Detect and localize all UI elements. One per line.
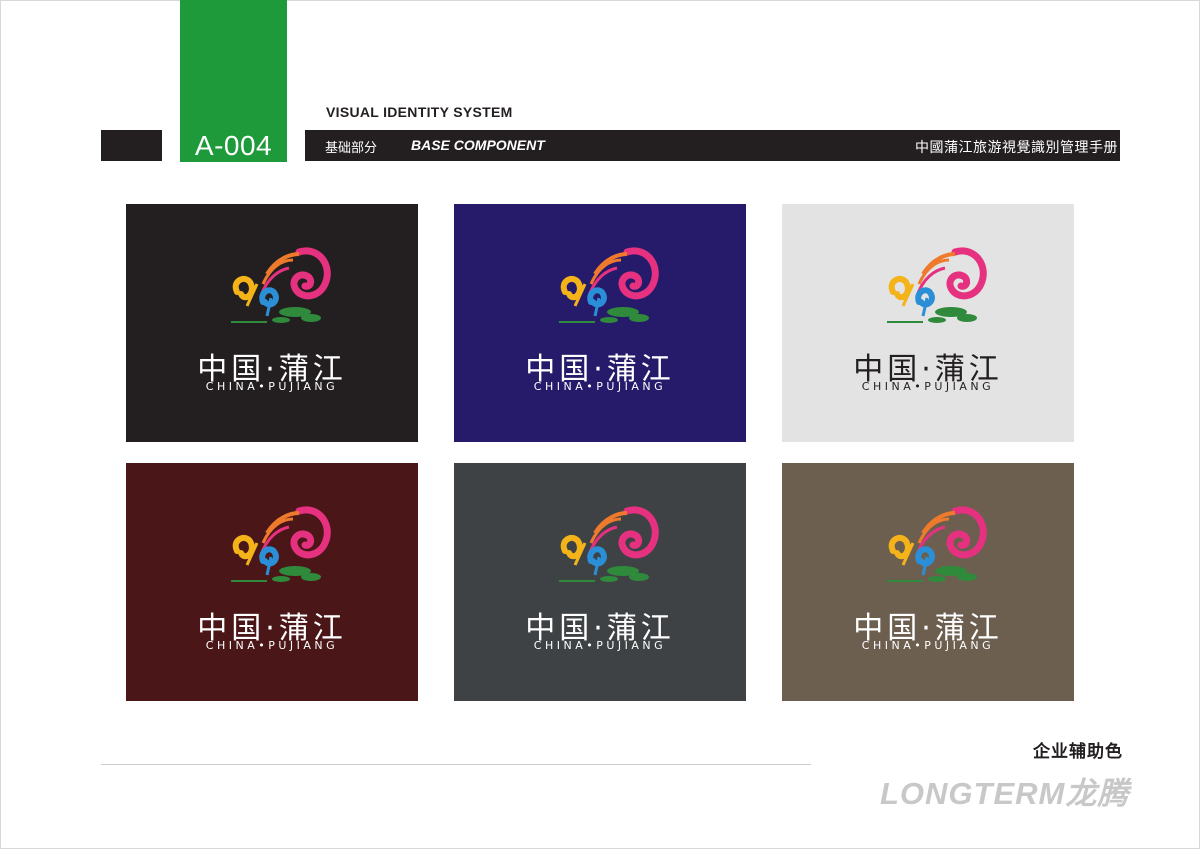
color-swatch-6: 中国·蒲江 CHINA•PUJIANG <box>782 463 1074 701</box>
color-swatch-5: 中国·蒲江 CHINA•PUJIANG <box>454 463 746 701</box>
base-component-cn: 基础部分 <box>325 140 378 155</box>
logo-mark <box>863 503 993 593</box>
logo-mark <box>535 244 665 334</box>
logo-name-en: CHINA•PUJIANG <box>205 639 339 652</box>
visual-identity-title: VISUAL IDENTITY SYSTEM <box>326 104 513 120</box>
logo-mark <box>207 244 337 334</box>
page-code: A-004 <box>194 130 273 161</box>
logo-name-en: CHINA•PUJIANG <box>533 380 667 393</box>
footer-divider <box>101 764 811 765</box>
logo-name-en: CHINA•PUJIANG <box>205 380 339 393</box>
pujiang-logo-icon <box>559 247 659 323</box>
base-component-en: BASE COMPONENT <box>411 137 545 153</box>
footer-brand-logo: LONGTERM龙腾 <box>880 776 1130 811</box>
pujiang-logo-icon <box>231 506 331 582</box>
color-swatch-2: 中国·蒲江 CHINA•PUJIANG <box>454 204 746 442</box>
logo-name-en: CHINA•PUJIANG <box>861 380 995 393</box>
logo-name-en: CHINA•PUJIANG <box>861 639 995 652</box>
logo-mark <box>863 244 993 334</box>
pujiang-logo-icon <box>559 506 659 582</box>
color-swatch-1: 中国·蒲江 CHINA•PUJIANG <box>126 204 418 442</box>
color-swatch-3: 中国·蒲江 CHINA•PUJIANG <box>782 204 1074 442</box>
pujiang-logo-icon <box>887 247 987 323</box>
header-bar-left <box>101 130 162 161</box>
pujiang-logo-icon <box>231 247 331 323</box>
manual-title: 中國蒲江旅游視覺識別管理手册 <box>915 140 1118 156</box>
color-swatch-4: 中国·蒲江 CHINA•PUJIANG <box>126 463 418 701</box>
pujiang-logo-icon <box>887 506 987 582</box>
logo-mark <box>535 503 665 593</box>
logo-mark <box>207 503 337 593</box>
auxiliary-colors-caption: 企业辅助色 <box>1033 742 1123 762</box>
logo-name-en: CHINA•PUJIANG <box>533 639 667 652</box>
